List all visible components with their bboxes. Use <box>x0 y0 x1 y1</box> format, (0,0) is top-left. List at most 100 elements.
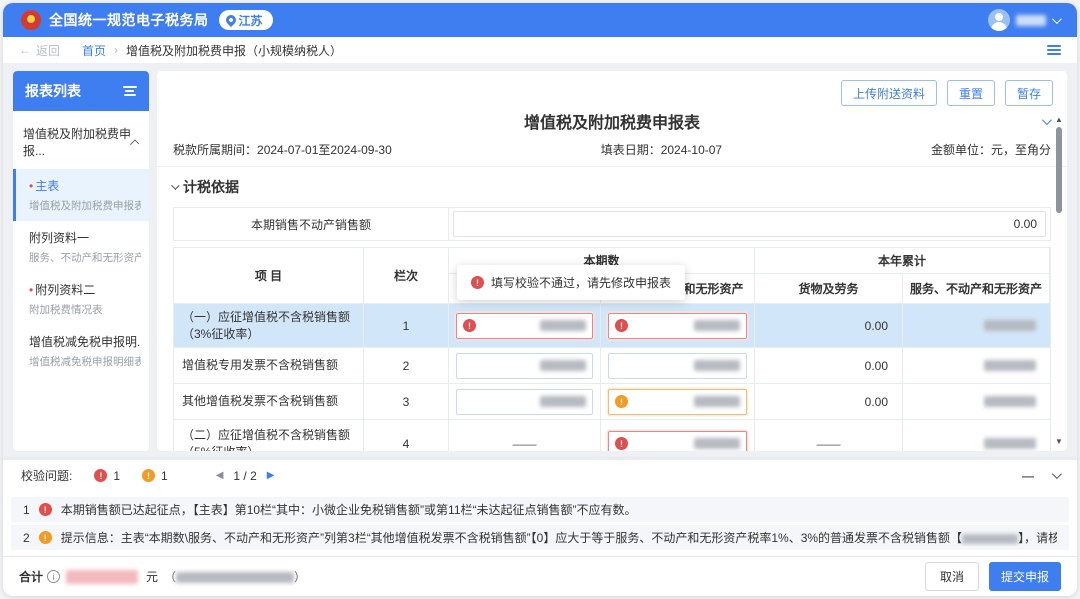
upload-attachments-button[interactable]: 上传附送资料 <box>841 80 937 106</box>
breadcrumb-separator: › <box>114 43 118 57</box>
pager-position: 1 / 2 <box>233 469 256 483</box>
redacted-value <box>540 320 586 331</box>
col-header-services-ytd: 服务、不动产和无形资产 <box>903 274 1050 304</box>
user-menu-chevron-icon[interactable] <box>1052 14 1062 24</box>
sidebar-header: 报表列表 <box>13 71 149 111</box>
cur-goods-input[interactable] <box>456 353 593 379</box>
back-button[interactable]: ← 返回 <box>19 42 60 59</box>
error-icon: ! <box>39 503 52 516</box>
back-arrow-icon: ← <box>19 43 31 57</box>
sidebar-item-main-form[interactable]: •主表 增值税及附加税费申报表 <box>13 169 149 221</box>
pager-prev-icon[interactable]: ◀ <box>216 470 224 481</box>
cur-services-input[interactable]: ! <box>608 431 747 452</box>
validation-messages: 1 ! 本期销售额已达起征点，【主表】第10栏“其中：小微企业免税销售额”或第1… <box>3 491 1077 556</box>
top-bar: 全国统一规范电子税务局 江苏 <box>3 3 1077 37</box>
total-amount-redacted <box>66 570 138 584</box>
redacted-value <box>540 396 586 407</box>
row-no: 1 <box>364 304 449 347</box>
cur-services-input[interactable]: ! <box>608 389 747 415</box>
cancel-button[interactable]: 取消 <box>925 562 979 591</box>
sidebar-item-appendix-2[interactable]: •附列资料二 附加税费情况表 <box>13 273 149 325</box>
cur-services-input[interactable] <box>608 353 747 379</box>
message-no: 1 <box>23 503 30 517</box>
region-badge[interactable]: 江苏 <box>219 10 273 30</box>
redacted-value <box>694 396 740 407</box>
error-icon: ! <box>94 469 107 482</box>
scrollbar-thumb[interactable] <box>1056 127 1062 213</box>
ytd-goods-value: 0.00 <box>755 348 903 383</box>
ytd-goods-value: 0.00 <box>755 384 903 419</box>
table-row[interactable]: （二）应征增值税不含税销售额（5%征收率） 4 —— ! —— <box>173 420 1051 451</box>
table-row[interactable]: 其他增值税发票不含税销售额 3 ! 0.00 <box>173 384 1051 420</box>
amount-unit-label: 金额单位：元，至角分 <box>931 141 1051 158</box>
property-sales-row: 本期销售不动产销售额 0.00 <box>173 207 1051 241</box>
vertical-scrollbar[interactable]: ▲ ▼ <box>1053 115 1065 447</box>
cur-services-input[interactable]: ! <box>608 313 747 339</box>
redacted-value <box>984 438 1036 449</box>
redacted-value <box>540 360 586 371</box>
validation-message[interactable]: 2 ! 提示信息：主表“本期数\服务、不动产和无形资产”列第3栏“其他增值税发票… <box>11 525 1069 550</box>
total-label: 合计 <box>19 568 43 585</box>
table-row[interactable]: 增值税专用发票不含税销售额 2 0.00 <box>173 348 1051 384</box>
error-icon: ! <box>471 276 484 289</box>
message-no: 2 <box>23 531 30 545</box>
form-title: 增值税及附加税费申报表 <box>524 109 700 133</box>
warning-icon: ! <box>142 469 155 482</box>
filter-icon[interactable] <box>123 86 137 96</box>
reset-button[interactable]: 重置 <box>947 80 995 106</box>
message-text: 本期销售额已达起征点，【主表】第10栏“其中：小微企业免税销售额”或第11栏“未… <box>61 501 637 518</box>
error-count[interactable]: ! 1 <box>94 469 120 483</box>
warning-count[interactable]: ! 1 <box>142 469 168 483</box>
validation-label: 校验问题: <box>21 467 72 484</box>
tax-period-value: 2024-07-01至2024-09-30 <box>257 143 392 157</box>
footer-bar: 合计 i 元 （） 取消 提交申报 <box>3 556 1077 596</box>
sidebar-item-tax-exemption[interactable]: 增值税减免税申报明... 增值税减免税申报明细表 <box>13 325 149 377</box>
info-icon[interactable]: i <box>47 570 60 583</box>
submit-declaration-button[interactable]: 提交申报 <box>989 562 1061 591</box>
collapse-form-chevron-icon[interactable] <box>1042 115 1052 125</box>
total-detail-redacted <box>176 572 294 583</box>
report-list-sidebar: 报表列表 增值税及附加税费申报... •主表 增值税及附加税费申报表 附列资料一… <box>13 71 149 451</box>
username-redacted <box>1016 15 1046 26</box>
row-label: 其他增值税发票不含税销售额 <box>174 384 364 419</box>
required-marker: • <box>29 179 33 193</box>
row-no: 4 <box>364 420 449 451</box>
error-icon: ! <box>463 319 476 332</box>
fill-date-value: 2024-10-07 <box>661 143 722 157</box>
not-applicable-dash: —— <box>762 437 895 451</box>
error-icon: ! <box>615 319 628 332</box>
collapse-panel-chevron-icon[interactable] <box>1052 469 1062 479</box>
property-sales-input[interactable]: 0.00 <box>453 211 1046 237</box>
pager-next-icon[interactable]: ▶ <box>267 470 275 481</box>
scroll-up-icon[interactable]: ▲ <box>1055 115 1063 125</box>
tooltip-text: 填写校验不通过，请先修改申报表 <box>491 274 671 291</box>
menu-icon[interactable] <box>1047 45 1061 55</box>
national-emblem-logo <box>21 10 41 30</box>
warning-icon: ! <box>39 531 52 544</box>
redacted-value <box>694 360 740 371</box>
property-sales-label: 本期销售不动产销售额 <box>174 208 449 240</box>
redacted-value <box>962 534 1018 544</box>
section-tax-basis[interactable]: 计税依据 <box>157 167 1067 203</box>
save-draft-button[interactable]: 暂存 <box>1005 80 1053 106</box>
scroll-down-icon[interactable]: ▼ <box>1055 437 1063 447</box>
user-avatar[interactable] <box>988 9 1010 31</box>
sidebar-group-toggle[interactable]: 增值税及附加税费申报... <box>13 111 149 169</box>
table-row[interactable]: （一）应征增值税不含税销售额（3%征收率） 1 ! ! 0.00 <box>173 304 1051 348</box>
col-header-no: 栏次 <box>364 248 449 304</box>
validation-message[interactable]: 1 ! 本期销售额已达起征点，【主表】第10栏“其中：小微企业免税销售额”或第1… <box>11 497 1069 522</box>
redacted-value <box>984 360 1036 371</box>
redacted-value <box>984 396 1036 407</box>
breadcrumb-home[interactable]: 首页 <box>82 42 106 59</box>
validation-bar: 校验问题: ! 1 ! 1 ◀ 1 / 2 ▶ — <box>3 459 1077 491</box>
cur-goods-input[interactable] <box>456 389 593 415</box>
region-name: 江苏 <box>239 12 263 29</box>
form-toolbar: 上传附送资料 重置 暂存 <box>157 71 1067 107</box>
sidebar-item-appendix-1[interactable]: 附列资料一 服务、不动产和无形资产扣... <box>13 221 149 273</box>
warning-icon: ! <box>615 395 628 408</box>
location-pin-icon <box>223 13 237 27</box>
minimize-icon[interactable]: — <box>1022 469 1034 483</box>
col-header-item: 项 目 <box>174 248 364 304</box>
redacted-value <box>694 438 740 449</box>
cur-goods-input[interactable]: ! <box>456 313 593 339</box>
